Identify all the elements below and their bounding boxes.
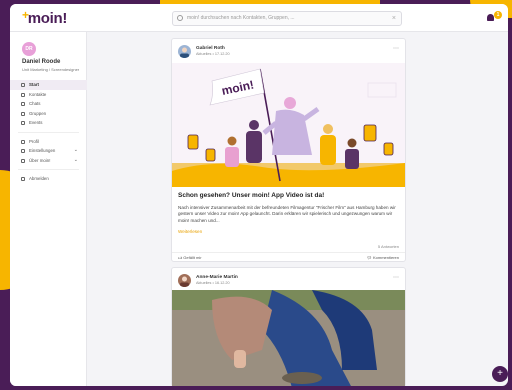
sidebar-item-label: Gruppen: [29, 110, 47, 116]
groups-icon: [21, 111, 25, 116]
post-author[interactable]: Gabriel Roth: [196, 46, 225, 51]
post-photo: [172, 290, 405, 386]
user-role: Unit Marketing / Screendesigner: [22, 67, 80, 72]
chevron-down-icon: ⌄: [73, 156, 78, 163]
sidebar-item-events[interactable]: Events: [10, 118, 87, 128]
post-card: Gabriel Roth Aktuelles • 17.12.20 ⋯ moin…: [171, 38, 406, 262]
sidebar-item-label: Abmelden: [29, 176, 49, 181]
calendar-icon: [21, 121, 25, 125]
sidebar-nav: Start Kontakte Chats Gruppen Events Prof…: [10, 80, 87, 184]
post-card: Anne-Marie Martin Aktuelles • 16.12.20 ⋯: [171, 267, 406, 386]
answer-count[interactable]: 5 Antworten: [378, 244, 399, 249]
user-name: Daniel Roode: [22, 59, 61, 65]
top-bar: +moin! moin! durchsuchen nach Kontakten,…: [10, 4, 508, 32]
sidebar-item-chats[interactable]: Chats: [10, 99, 87, 109]
logo-plus-icon: +: [22, 8, 29, 22]
post-meta: Aktuelles • 16.12.20: [196, 281, 230, 285]
post-author[interactable]: Anne-Marie Martin: [196, 275, 238, 280]
profile-icon: [21, 139, 25, 144]
sidebar-item-label: Start: [29, 82, 40, 87]
avatar[interactable]: DR: [22, 42, 36, 56]
sidebar: DR Daniel Roode Unit Marketing / Screend…: [10, 32, 87, 386]
bell-icon[interactable]: [487, 14, 494, 21]
logo-text: moin!: [27, 10, 68, 27]
divider: [18, 131, 79, 133]
divider: [18, 169, 79, 170]
notification-badge: 1: [494, 11, 502, 19]
divider: [172, 252, 405, 253]
post-body: Nach intensiver Zusammenarbeit mit der b…: [178, 205, 396, 223]
search-input[interactable]: moin! durchsuchen nach Kontakten, Gruppe…: [172, 11, 402, 26]
chat-icon: [21, 102, 25, 106]
comment-label: Kommentieren: [372, 255, 399, 260]
home-icon: [21, 83, 25, 87]
author-avatar[interactable]: [178, 274, 191, 287]
contacts-icon: [21, 92, 25, 97]
person-icon: [180, 276, 189, 287]
person-icon: [180, 47, 189, 58]
sidebar-item-label: Chats: [29, 101, 41, 106]
logout-icon: [21, 177, 25, 181]
sidebar-item-label: Kontakte: [29, 91, 47, 97]
app-window: +moin! moin! durchsuchen nach Kontakten,…: [10, 4, 508, 386]
sidebar-item-einstellungen[interactable]: Einstellungen ⌄: [10, 146, 87, 156]
more-options-icon[interactable]: ⋯: [393, 274, 399, 281]
app-logo[interactable]: +moin!: [22, 8, 68, 27]
sidebar-item-start[interactable]: Start: [10, 80, 87, 90]
post-hero-image: moin!: [172, 63, 405, 187]
info-icon: [21, 158, 25, 163]
more-options-icon[interactable]: ⋯: [393, 45, 399, 52]
sidebar-item-label: Profil: [29, 138, 40, 144]
like-label: Gefällt mir: [183, 255, 202, 260]
like-button[interactable]: 👍︎ Gefällt mir: [178, 255, 202, 261]
read-more-link[interactable]: Weiterlesen: [178, 229, 202, 234]
sidebar-item-profil[interactable]: Profil: [10, 137, 87, 147]
sidebar-item-label: Einstellungen: [29, 148, 56, 153]
sidebar-item-label: Über moin!: [29, 157, 51, 163]
sidebar-item-ueber[interactable]: Über moin! ⌄: [10, 156, 87, 166]
add-button[interactable]: +: [492, 366, 508, 382]
search-icon: [177, 15, 183, 21]
post-meta: Aktuelles • 17.12.20: [196, 52, 230, 56]
comment-button[interactable]: 💬︎ Kommentieren: [367, 255, 399, 260]
chevron-down-icon: ⌄: [73, 147, 78, 153]
sidebar-item-gruppen[interactable]: Gruppen: [10, 109, 87, 119]
news-feed: Gabriel Roth Aktuelles • 17.12.20 ⋯ moin…: [171, 38, 406, 386]
post-title[interactable]: Schon gesehen? Unser moin! App Video ist…: [178, 192, 324, 199]
sidebar-item-abmelden[interactable]: Abmelden: [10, 174, 87, 184]
gear-icon: [21, 149, 25, 153]
search-placeholder: moin! durchsuchen nach Kontakten, Gruppe…: [187, 15, 295, 21]
sidebar-item-kontakte[interactable]: Kontakte: [10, 90, 87, 100]
author-avatar[interactable]: [178, 45, 191, 58]
sidebar-item-label: Events: [29, 120, 43, 125]
clear-icon[interactable]: ×: [392, 12, 396, 25]
